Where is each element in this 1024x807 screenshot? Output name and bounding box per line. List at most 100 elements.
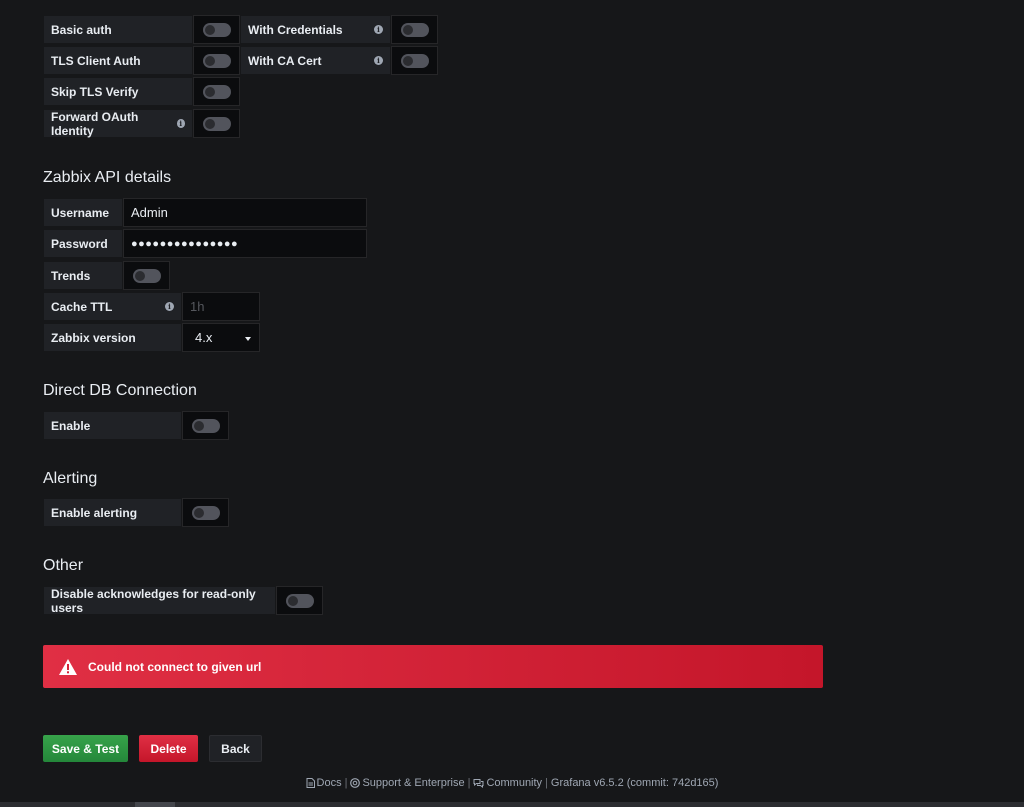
warning-icon: [59, 658, 77, 675]
tls-client-auth-switch[interactable]: [193, 46, 240, 75]
forward-oauth-text: Forward OAuth Identity: [51, 109, 139, 138]
footer-docs-text: Docs: [316, 777, 342, 789]
tls-client-auth-text: TLS Client Auth: [51, 53, 141, 68]
zabbix-version-label: Zabbix version: [43, 323, 182, 352]
footer-support-link[interactable]: Support & Enterprise: [350, 777, 465, 789]
enable-alerting-text: Enable alerting: [51, 505, 138, 520]
cache-ttl-input[interactable]: 1h: [182, 292, 260, 321]
disable-ack-switch[interactable]: [276, 586, 323, 615]
enable-alerting-switch[interactable]: [182, 498, 229, 527]
username-input[interactable]: Admin: [123, 198, 367, 227]
footer-version: Grafana v6.5.2 (commit: 742d165): [550, 777, 719, 789]
cache-ttl-text: Cache TTL: [51, 299, 113, 314]
toggle-icon: [400, 53, 429, 68]
delete-button[interactable]: Delete: [139, 735, 198, 762]
toggle-icon: [191, 505, 220, 520]
tls-client-auth-label: TLS Client Auth: [43, 46, 193, 75]
zabbix-version-value: 4.x: [195, 330, 213, 345]
datasource-settings-page: Basic auth With Credentials i TLS Client…: [0, 0, 1024, 807]
with-credentials-label: With Credentials i: [240, 15, 391, 44]
footer-support-text: Support & Enterprise: [362, 777, 465, 789]
zabbix-version-select[interactable]: 4.x: [182, 323, 260, 352]
footer-community-link[interactable]: Community: [473, 777, 542, 789]
with-ca-cert-switch[interactable]: [391, 46, 438, 75]
cache-ttl-row: Cache TTL i 1h: [43, 292, 260, 321]
footer-docs-link[interactable]: Docs: [306, 777, 342, 789]
skip-tls-verify-text: Skip TLS Verify: [51, 84, 139, 99]
error-alert: Could not connect to given url: [43, 645, 823, 688]
comments-icon: [473, 778, 484, 788]
forward-oauth-switch[interactable]: [193, 109, 240, 138]
with-ca-cert-label: With CA Cert i: [240, 46, 391, 75]
direct-db-enable-text: Enable: [51, 418, 91, 433]
toggle-icon: [191, 418, 220, 433]
with-credentials-text: With Credentials: [248, 22, 343, 37]
username-value: Admin: [131, 205, 168, 220]
back-button[interactable]: Back: [209, 735, 262, 762]
zabbix-api-title: Zabbix API details: [43, 169, 172, 186]
cache-ttl-label: Cache TTL i: [43, 292, 182, 321]
toggle-icon: [285, 593, 314, 608]
password-value: ●●●●●●●●●●●●●●●: [131, 237, 239, 250]
with-credentials-switch[interactable]: [391, 15, 438, 44]
toggle-icon: [132, 268, 161, 283]
password-label: Password: [43, 229, 123, 258]
toggle-icon: [202, 84, 231, 99]
basic-auth-label: Basic auth: [43, 15, 193, 44]
toggle-icon: [202, 22, 231, 37]
trends-switch[interactable]: [123, 261, 170, 290]
other-title: Other: [43, 557, 84, 574]
skip-tls-verify-label: Skip TLS Verify: [43, 77, 193, 106]
support-icon: [350, 778, 361, 788]
username-row: Username Admin: [43, 198, 367, 227]
footer-separator: |: [467, 777, 471, 789]
basic-auth-switch[interactable]: [193, 15, 240, 44]
disable-ack-row: Disable acknowledges for read-only users: [43, 586, 323, 615]
direct-db-enable-label: Enable: [43, 411, 182, 440]
password-row: Password ●●●●●●●●●●●●●●●: [43, 229, 367, 258]
trends-text: Trends: [51, 268, 91, 283]
skip-tls-verify-row: Skip TLS Verify: [43, 77, 240, 106]
cache-ttl-placeholder: 1h: [190, 299, 205, 314]
tls-client-auth-row: TLS Client Auth: [43, 46, 240, 75]
scrollbar-thumb[interactable]: [135, 802, 175, 807]
password-input[interactable]: ●●●●●●●●●●●●●●●: [123, 229, 367, 258]
info-icon[interactable]: i: [165, 302, 174, 311]
enable-alerting-label: Enable alerting: [43, 498, 182, 527]
forward-oauth-label: Forward OAuth Identity i: [43, 109, 193, 138]
footer-separator: |: [545, 777, 548, 789]
skip-tls-verify-switch[interactable]: [193, 77, 240, 106]
direct-db-enable-switch[interactable]: [182, 411, 229, 440]
basic-auth-text: Basic auth: [51, 22, 112, 37]
bottom-scrollbar[interactable]: [0, 802, 1024, 807]
alerting-title: Alerting: [43, 470, 98, 487]
info-icon[interactable]: i: [374, 25, 383, 34]
username-text: Username: [51, 205, 110, 220]
toggle-icon: [202, 116, 231, 131]
direct-db-enable-row: Enable: [43, 411, 229, 440]
trends-label: Trends: [43, 261, 123, 290]
with-ca-cert-row: With CA Cert i: [240, 46, 438, 75]
document-icon: [306, 778, 315, 788]
disable-ack-text: Disable acknowledges for read-only users: [51, 586, 256, 615]
footer-community-text: Community: [486, 777, 543, 789]
footer: Docs | Support & Enterprise | Community …: [0, 777, 1024, 789]
username-label: Username: [43, 198, 123, 227]
enable-alerting-row: Enable alerting: [43, 498, 229, 527]
forward-oauth-row: Forward OAuth Identity i: [43, 109, 240, 138]
with-credentials-row: With Credentials i: [240, 15, 438, 44]
disable-ack-label: Disable acknowledges for read-only users: [43, 586, 276, 615]
chevron-down-icon: [245, 336, 251, 341]
toggle-icon: [202, 53, 231, 68]
info-icon[interactable]: i: [374, 56, 383, 65]
direct-db-title: Direct DB Connection: [43, 382, 197, 399]
info-icon[interactable]: i: [176, 119, 185, 128]
with-ca-cert-text: With CA Cert: [248, 53, 322, 68]
password-text: Password: [51, 236, 108, 251]
save-test-button[interactable]: Save & Test: [43, 735, 128, 762]
basic-auth-row: Basic auth: [43, 15, 240, 44]
zabbix-version-text: Zabbix version: [51, 330, 136, 345]
zabbix-version-row: Zabbix version 4.x: [43, 323, 260, 352]
trends-row: Trends: [43, 261, 170, 290]
toggle-icon: [400, 22, 429, 37]
